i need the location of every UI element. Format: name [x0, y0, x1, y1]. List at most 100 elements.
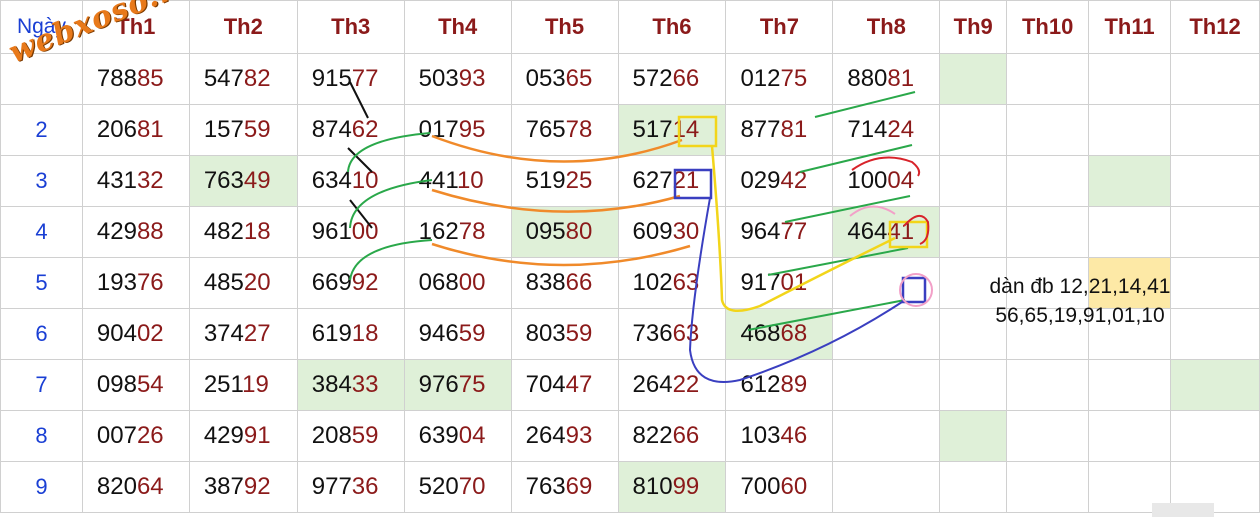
result-cell — [1088, 206, 1172, 258]
result-cell: 63904 — [403, 410, 512, 462]
month-column-header: Th9 — [939, 0, 1008, 54]
result-tail-digits: 70 — [458, 473, 486, 500]
result-head-digits: 612 — [740, 371, 781, 398]
result-head-digits: 976 — [418, 371, 459, 398]
table-row: 78885 54782 91577 50393 05365 57266 01275 88081 — [0, 53, 1260, 105]
result-tail-digits: 33 — [351, 371, 379, 398]
result-tail-digits: 59 — [243, 116, 271, 143]
result-tail-digits: 46 — [780, 422, 808, 449]
result-tail-digits: 14 — [672, 116, 700, 143]
result-tail-digits: 18 — [351, 320, 379, 347]
month-column-header: Th4 — [403, 0, 512, 54]
result-head-digits: 053 — [525, 65, 566, 92]
result-cell: 10346 — [725, 410, 834, 462]
result-tail-digits: 01 — [780, 269, 808, 296]
day-cell: 2 — [0, 104, 83, 156]
result-cell — [1006, 53, 1090, 105]
month-column-header: Th8 — [832, 0, 941, 54]
result-cell: 87462 — [296, 104, 405, 156]
result-tail-digits: 04 — [458, 422, 486, 449]
result-cell: 26422 — [617, 359, 727, 411]
result-tail-digits: 92 — [243, 473, 271, 500]
result-cell: 97736 — [296, 461, 405, 513]
result-head-digits: 068 — [418, 269, 459, 296]
result-cell — [939, 53, 1008, 105]
result-head-digits: 669 — [311, 269, 352, 296]
result-cell: 50393 — [403, 53, 512, 105]
result-head-digits: 820 — [96, 473, 137, 500]
result-cell: 96100 — [296, 206, 405, 258]
result-head-digits: 904 — [96, 320, 137, 347]
result-head-digits: 946 — [418, 320, 459, 347]
result-cell — [1006, 104, 1090, 156]
header-row: Ngày Th1 Th2 Th3 Th4 Th5 Th6 Th7 Th8 Th9 Th10 Th11 T… — [0, 0, 1260, 54]
result-head-digits: 429 — [203, 422, 244, 449]
result-tail-digits: 42 — [780, 167, 808, 194]
result-cell: 10263 — [617, 257, 727, 309]
scrollbar-thumb[interactable] — [1152, 503, 1214, 517]
result-cell: 87781 — [725, 104, 834, 156]
result-tail-digits: 10 — [351, 167, 379, 194]
result-head-digits: 915 — [311, 65, 352, 92]
result-tail-digits: 81 — [887, 65, 915, 92]
result-head-digits: 519 — [525, 167, 566, 194]
result-tail-digits: 02 — [136, 320, 164, 347]
result-tail-digits: 59 — [565, 320, 593, 347]
result-tail-digits: 75 — [458, 371, 486, 398]
result-head-digits: 619 — [311, 320, 352, 347]
result-head-digits: 103 — [740, 422, 781, 449]
result-cell: 44110 — [403, 155, 512, 207]
result-cell — [832, 410, 941, 462]
result-cell — [1088, 155, 1172, 207]
result-tail-digits: 95 — [458, 116, 486, 143]
result-cell — [939, 155, 1008, 207]
day-cell: 8 — [0, 410, 83, 462]
result-cell — [1170, 206, 1260, 258]
result-tail-digits: 10 — [456, 167, 484, 194]
lottery-results-table: Ngày Th1 Th2 Th3 Th4 Th5 Th6 Th7 Th8 Th9 Th10 Th11 T… — [0, 0, 1260, 513]
result-cell — [832, 461, 941, 513]
result-cell: 76369 — [510, 461, 619, 513]
result-cell: 38792 — [188, 461, 298, 513]
result-head-digits: 482 — [203, 218, 244, 245]
result-head-digits: 765 — [525, 116, 566, 143]
result-cell: 82064 — [81, 461, 190, 513]
result-head-digits: 429 — [96, 218, 137, 245]
result-cell: 01795 — [403, 104, 512, 156]
result-cell: 81099 — [617, 461, 727, 513]
result-tail-digits: 92 — [351, 269, 379, 296]
result-head-digits: 102 — [632, 269, 673, 296]
result-head-digits: 264 — [632, 371, 673, 398]
result-head-digits: 431 — [96, 167, 137, 194]
result-cell — [939, 410, 1008, 462]
result-tail-digits: 60 — [780, 473, 808, 500]
result-tail-digits: 36 — [351, 473, 379, 500]
table-row: 7 09854 25119 38433 97675 70447 26422 61289 — [0, 359, 1260, 411]
table-row: 4 42988 48218 96100 16278 09580 60930 96477 4644… — [0, 206, 1260, 258]
result-head-digits: 964 — [740, 218, 781, 245]
month-column-header: Th3 — [296, 0, 405, 54]
result-head-digits: 485 — [203, 269, 244, 296]
result-cell — [1088, 53, 1172, 105]
result-head-digits: 572 — [632, 65, 673, 92]
result-head-digits: 251 — [203, 371, 243, 398]
result-head-digits: 763 — [203, 167, 244, 194]
result-cell: 78885 — [81, 53, 190, 105]
result-cell — [939, 104, 1008, 156]
result-tail-digits: 54 — [136, 371, 164, 398]
result-cell — [832, 359, 941, 411]
result-cell — [1170, 53, 1260, 105]
result-cell: 76578 — [510, 104, 619, 156]
result-cell: 66992 — [296, 257, 405, 309]
result-cell: 97675 — [403, 359, 512, 411]
result-tail-digits: 24 — [887, 116, 915, 143]
result-tail-digits: 63 — [672, 269, 700, 296]
result-tail-digits: 93 — [565, 422, 593, 449]
result-cell — [1006, 410, 1090, 462]
day-cell: 3 — [0, 155, 83, 207]
result-tail-digits: 82 — [243, 65, 271, 92]
result-head-digits: 634 — [311, 167, 352, 194]
result-tail-digits: 69 — [565, 473, 593, 500]
result-tail-digits: 91 — [243, 422, 271, 449]
result-head-digits: 547 — [203, 65, 244, 92]
